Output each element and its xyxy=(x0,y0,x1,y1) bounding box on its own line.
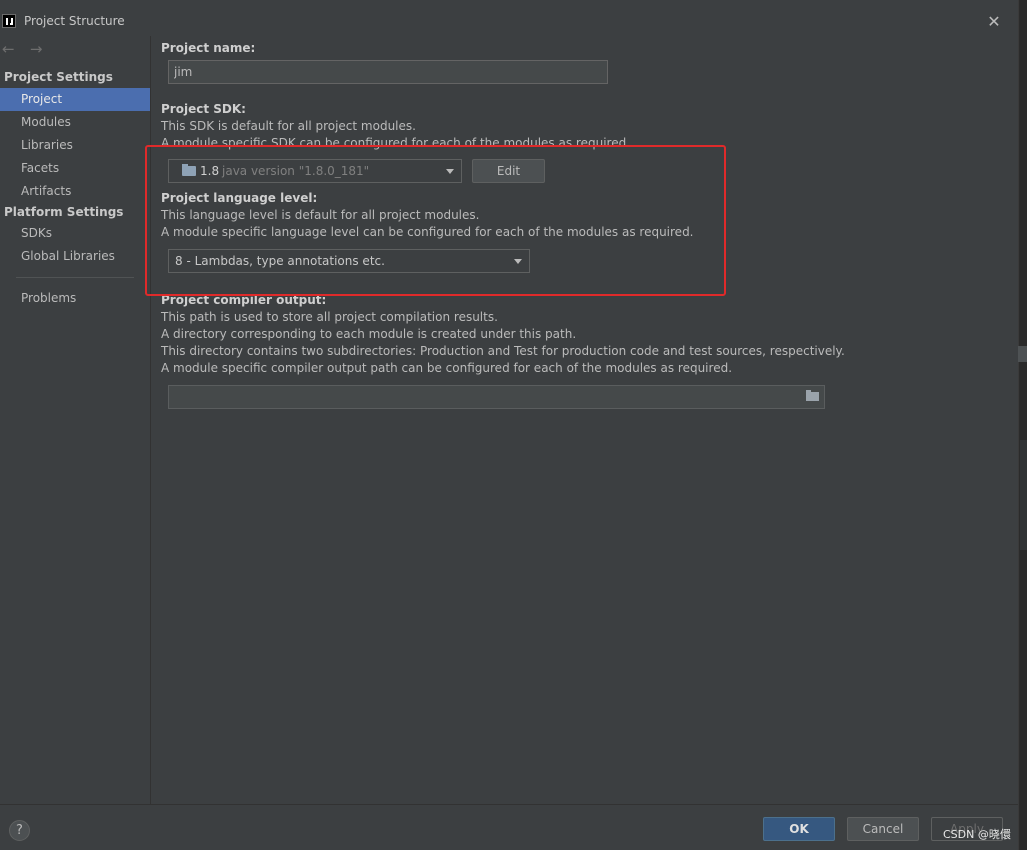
background-window-mark xyxy=(1020,440,1027,550)
chevron-down-icon xyxy=(514,259,522,264)
sdk-description-module: A module specific SDK can be configured … xyxy=(161,136,631,150)
sidebar-item-project[interactable]: Project xyxy=(0,88,150,111)
project-sdk-label: Project SDK: xyxy=(161,102,246,116)
language-level-value: 8 - Lambdas, type annotations etc. xyxy=(175,254,385,268)
compiler-output-description-2: A directory corresponding to each module… xyxy=(161,327,577,341)
sdk-version-detail: java version "1.8.0_181" xyxy=(222,164,370,178)
main-panel: Project name: Project SDK: This SDK is d… xyxy=(151,36,1018,804)
language-level-description-module: A module specific language level can be … xyxy=(161,225,694,239)
chevron-down-icon xyxy=(446,169,454,174)
compiler-output-description-4: A module specific compiler output path c… xyxy=(161,361,733,375)
sidebar-item-modules[interactable]: Modules xyxy=(0,111,150,134)
background-window-mark xyxy=(1018,346,1027,362)
sidebar: ← → Project Settings Project Modules Lib… xyxy=(0,36,151,804)
close-icon: ✕ xyxy=(987,12,1001,31)
sidebar-item-problems[interactable]: Problems xyxy=(0,287,150,310)
help-button[interactable]: ? xyxy=(9,820,30,841)
compiler-output-description-3: This directory contains two subdirectori… xyxy=(161,344,845,358)
ok-button[interactable]: OK xyxy=(763,817,835,841)
nav-arrows: ← → xyxy=(2,40,54,60)
folder-browse-icon[interactable] xyxy=(806,390,819,401)
edit-sdk-button[interactable]: Edit xyxy=(472,159,545,183)
project-name-label: Project name: xyxy=(161,41,256,55)
background-window-edge xyxy=(1018,0,1027,850)
forward-arrow-icon[interactable]: → xyxy=(30,40,48,58)
cancel-button[interactable]: Cancel xyxy=(847,817,919,841)
dialog-button-bar: ? OK Cancel Apply xyxy=(0,804,1018,850)
platform-settings-header: Platform Settings xyxy=(4,205,124,219)
sidebar-item-global-libraries[interactable]: Global Libraries xyxy=(0,245,150,268)
compiler-output-label: Project compiler output: xyxy=(161,293,327,307)
help-icon: ? xyxy=(16,823,23,838)
window-title: Project Structure xyxy=(24,14,125,28)
sdk-dropdown[interactable]: 1.8 java version "1.8.0_181" xyxy=(168,159,462,183)
project-settings-header: Project Settings xyxy=(4,70,113,84)
sidebar-item-sdks[interactable]: SDKs xyxy=(0,222,150,245)
language-level-description: This language level is default for all p… xyxy=(161,208,480,222)
language-level-dropdown[interactable]: 8 - Lambdas, type annotations etc. xyxy=(168,249,530,273)
title-bar: Project Structure ✕ xyxy=(0,0,1018,36)
sidebar-item-artifacts[interactable]: Artifacts xyxy=(0,180,150,203)
intellij-app-icon xyxy=(2,14,16,28)
sdk-description: This SDK is default for all project modu… xyxy=(161,119,416,133)
sidebar-separator xyxy=(16,277,134,278)
sidebar-item-libraries[interactable]: Libraries xyxy=(0,134,150,157)
sdk-folder-icon xyxy=(182,164,196,176)
compiler-output-description-1: This path is used to store all project c… xyxy=(161,310,498,324)
language-level-label: Project language level: xyxy=(161,191,318,205)
csdn-watermark: CSDN @晓儇 xyxy=(943,828,1011,841)
sdk-version: 1.8 xyxy=(200,164,220,178)
compiler-output-path-field[interactable] xyxy=(168,385,825,409)
close-button[interactable]: ✕ xyxy=(984,12,1004,32)
back-arrow-icon[interactable]: ← xyxy=(2,40,20,58)
sidebar-item-facets[interactable]: Facets xyxy=(0,157,150,180)
project-name-input[interactable] xyxy=(168,60,608,84)
